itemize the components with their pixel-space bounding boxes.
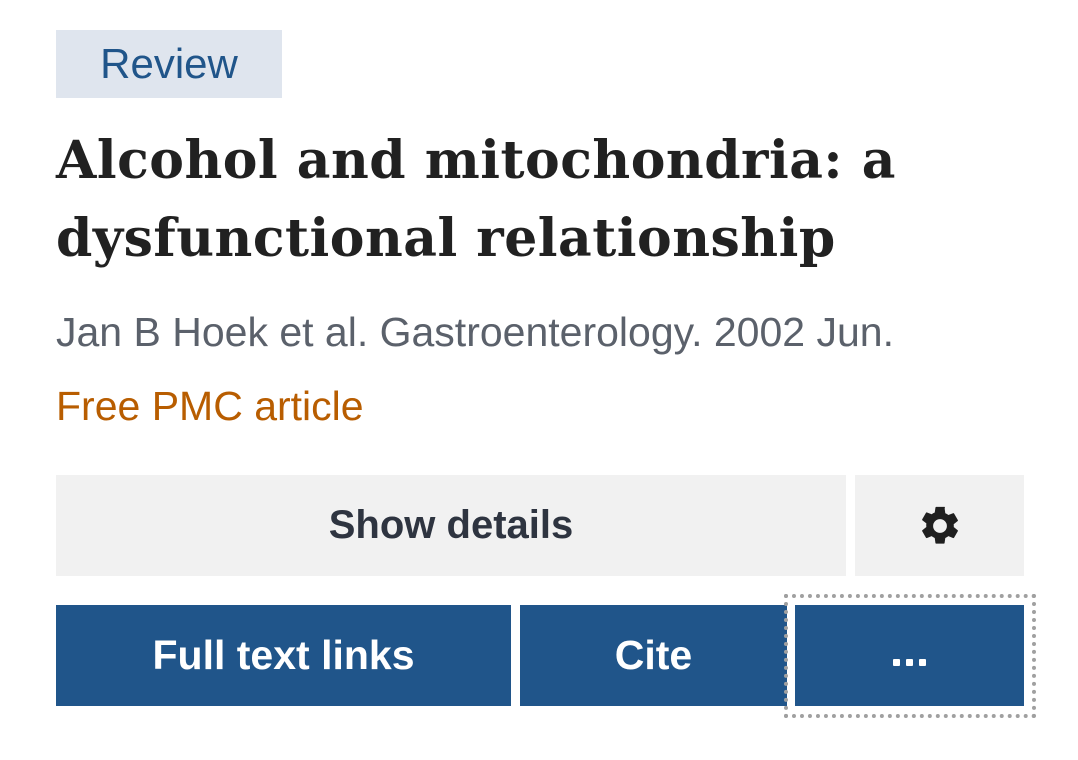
full-text-links-button[interactable]: Full text links bbox=[56, 605, 511, 706]
free-pmc-article-link[interactable]: Free PMC article bbox=[56, 380, 364, 432]
more-icon bbox=[893, 659, 926, 666]
more-actions-button[interactable] bbox=[795, 605, 1024, 706]
display-settings-button[interactable] bbox=[855, 475, 1024, 576]
cite-label: Cite bbox=[614, 632, 693, 678]
article-citation: Jan B Hoek et al. Gastroenterology. 2002… bbox=[56, 309, 894, 355]
show-details-button[interactable]: Show details bbox=[56, 475, 846, 576]
cite-button[interactable]: Cite bbox=[520, 605, 787, 706]
full-text-links-label: Full text links bbox=[152, 632, 415, 678]
article-title[interactable]: Alcohol and mitochondria: a dysfunctiona… bbox=[56, 122, 1016, 278]
publication-type-badge: Review bbox=[56, 30, 282, 98]
show-details-label: Show details bbox=[328, 503, 574, 547]
gear-icon bbox=[921, 506, 958, 544]
